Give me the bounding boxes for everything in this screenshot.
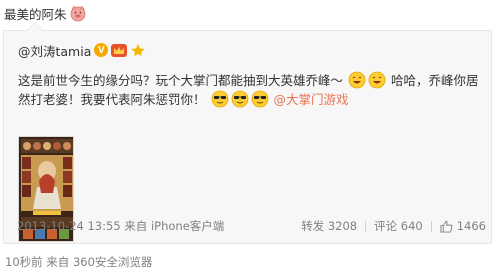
current-timestamp-link[interactable]: 10秒前 <box>5 255 43 269</box>
comment-line: 最美的阿朱 <box>4 2 87 24</box>
grin-emoji-icon <box>368 71 386 89</box>
star-badge-icon[interactable] <box>130 43 146 57</box>
reposted-time-source: 2013-10-24 13:55 来自 iPhone客户端 <box>17 218 224 234</box>
thumbs-up-icon <box>440 220 453 233</box>
post-body: 这是前世今生的缘分吗？玩个大掌门都能抽到大英雄乔峰～ 哈哈，乔峰你居然打老婆！我… <box>18 71 483 109</box>
comment-count-link[interactable]: 评论 640 <box>374 218 423 234</box>
grin-emoji-icon <box>348 71 366 89</box>
repost-count-link[interactable]: 转发 3208 <box>301 218 357 234</box>
current-time-source: 10秒前 来自 360安全浏览器 <box>5 254 152 270</box>
action-divider <box>365 220 367 232</box>
pig-face-emoji-icon <box>70 5 85 22</box>
post-text-part1: 这是前世今生的缘分吗？玩个大掌门都能抽到大英雄乔峰～ <box>18 73 344 88</box>
cool-emoji-icon <box>231 90 248 108</box>
vip-crown-badge-icon[interactable] <box>111 43 128 57</box>
reposted-weibo-card: @刘涛tamia V 这是前世今生的缘分吗？玩个大掌门都能抽到大英雄乔峰～ 哈哈… <box>3 22 492 244</box>
like-button[interactable]: 1466 <box>440 219 486 233</box>
cool-emoji-icon <box>211 90 228 108</box>
cool-emoji-icon <box>251 90 268 108</box>
reposted-source[interactable]: 来自 iPhone客户端 <box>124 219 224 233</box>
reposted-timestamp-link[interactable]: 2013-10-24 13:55 <box>17 219 121 233</box>
comment-text: 最美的阿朱 <box>4 6 67 22</box>
card-arrow <box>26 22 44 31</box>
mention-link[interactable]: @大掌门游戏 <box>273 92 348 107</box>
author-row: @刘涛tamia V <box>18 41 146 59</box>
action-divider <box>430 220 432 232</box>
verified-v-badge-icon[interactable]: V <box>94 43 109 57</box>
reposted-meta-row: 2013-10-24 13:55 来自 iPhone客户端 转发 3208 评论… <box>0 214 500 234</box>
like-count: 1466 <box>456 219 486 233</box>
reposted-actions: 转发 3208 评论 640 1466 <box>301 218 486 234</box>
author-link[interactable]: @刘涛tamia <box>18 41 91 60</box>
current-source[interactable]: 来自 360安全浏览器 <box>46 255 152 269</box>
